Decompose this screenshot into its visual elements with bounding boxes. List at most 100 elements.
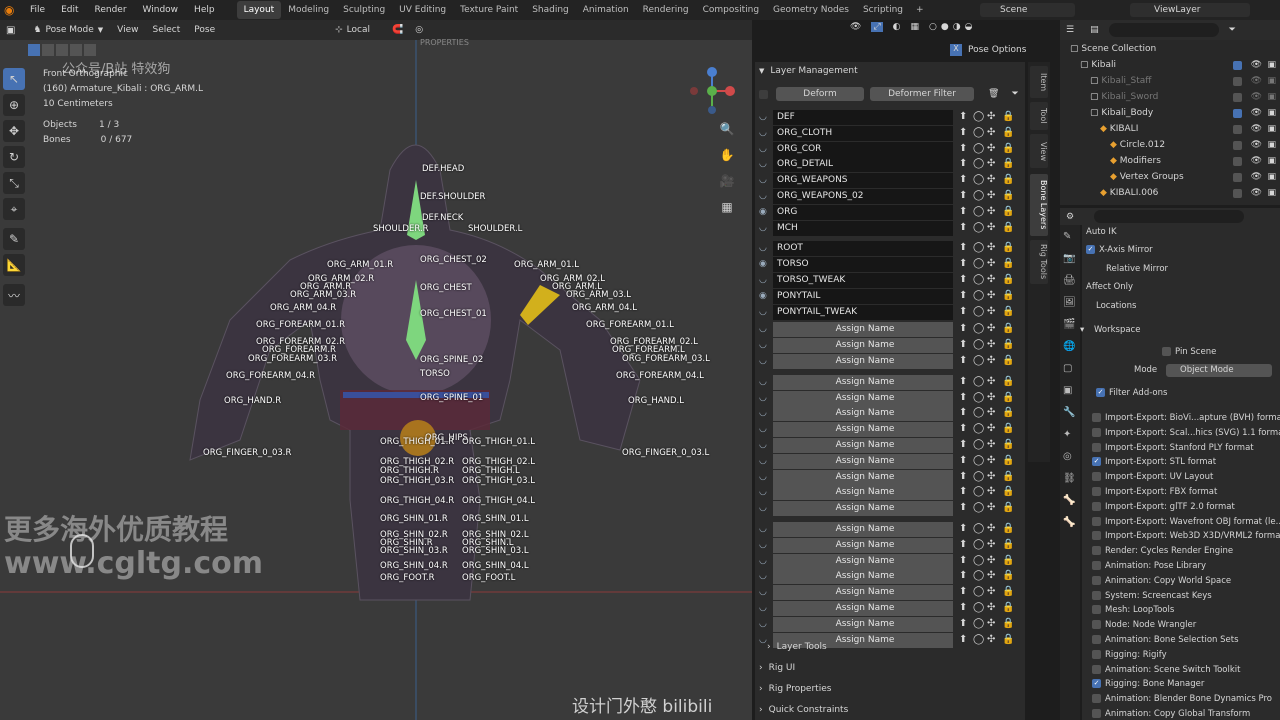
pose-select-icon[interactable]: ⬆ bbox=[959, 602, 967, 613]
visible-icon[interactable]: ◯ bbox=[973, 111, 984, 122]
visible-icon[interactable]: ◯ bbox=[973, 258, 984, 269]
camera-icon[interactable]: ▣ bbox=[1267, 121, 1276, 137]
layer-row-unnamed[interactable]: ◡ Assign Name ⬆ ◯ ✣ 🔒 bbox=[755, 569, 1025, 585]
bone-icon[interactable]: ✣ bbox=[987, 143, 995, 154]
pose-select-icon[interactable]: ⬆ bbox=[959, 502, 967, 513]
lock-icon[interactable]: 🔒 bbox=[1002, 222, 1014, 233]
property-row[interactable]: Mesh: LoopTools bbox=[1082, 603, 1280, 618]
eye-hidden-icon[interactable]: ◡ bbox=[759, 356, 771, 367]
bone-label[interactable]: ORG_CHEST_02 bbox=[420, 255, 487, 265]
property-row[interactable]: Animation: Scene Switch Toolkit bbox=[1082, 663, 1280, 678]
visible-icon[interactable]: ◯ bbox=[973, 143, 984, 154]
object-icon[interactable]: ▣ bbox=[1063, 385, 1072, 396]
eye-hidden-icon[interactable]: ◡ bbox=[759, 503, 771, 514]
bone-label[interactable]: ORG_SPINE_01 bbox=[420, 393, 483, 403]
pose-select-icon[interactable]: ⬆ bbox=[959, 376, 967, 387]
bone-icon[interactable]: ✣ bbox=[987, 602, 995, 613]
assign-name-field[interactable]: Assign Name bbox=[773, 601, 953, 616]
eye-icon[interactable]: 👁 bbox=[1251, 185, 1262, 201]
outliner-row[interactable]: ▢ Kibali_Staff 👁 ▣ bbox=[1060, 73, 1280, 89]
checkbox[interactable] bbox=[1092, 442, 1101, 452]
assign-name-field[interactable]: Assign Name bbox=[773, 616, 953, 632]
bone-label[interactable]: ORG_HAND.L bbox=[628, 396, 684, 406]
eye-icon[interactable]: 👁 bbox=[1251, 153, 1262, 169]
eye-hidden-icon[interactable]: ◡ bbox=[759, 377, 771, 388]
checkbox[interactable] bbox=[1092, 605, 1101, 615]
visibility-checkbox[interactable] bbox=[1233, 93, 1242, 102]
properties-search-input[interactable] bbox=[1094, 210, 1245, 223]
eye-hidden-icon[interactable]: ◡ bbox=[759, 587, 771, 598]
visible-icon[interactable]: ◯ bbox=[973, 407, 984, 418]
pose-select-icon[interactable]: ⬆ bbox=[959, 274, 967, 285]
eye-hidden-icon[interactable]: ◡ bbox=[759, 472, 771, 483]
property-row[interactable]: Locations bbox=[1082, 299, 1280, 314]
lock-icon[interactable]: 🔒 bbox=[1002, 407, 1014, 418]
bone-icon[interactable]: ✣ bbox=[987, 502, 995, 513]
checkbox[interactable] bbox=[1092, 561, 1101, 570]
bone-label[interactable]: ORG_SHIN_01.R bbox=[380, 514, 448, 524]
bone-label[interactable]: ORG_SHIN_03.R bbox=[380, 546, 448, 556]
property-row[interactable]: Animation: Copy Global Transform bbox=[1082, 707, 1280, 720]
layer-row-unnamed[interactable]: ◡ Assign Name ⬆ ◯ ✣ 🔒 bbox=[755, 501, 1025, 517]
lock-icon[interactable]: 🔒 bbox=[1002, 602, 1014, 613]
layer-name[interactable]: ROOT bbox=[773, 241, 953, 257]
bone-icon[interactable]: 🦴 bbox=[1063, 517, 1075, 528]
visibility-checkbox[interactable] bbox=[1233, 61, 1242, 70]
pose-select-icon[interactable]: ⬆ bbox=[959, 407, 967, 418]
layer-row-unnamed[interactable]: ◡ Assign Name ⬆ ◯ ✣ 🔒 bbox=[755, 406, 1025, 422]
assign-name-field[interactable]: Assign Name bbox=[773, 374, 953, 390]
bone-label[interactable]: ORG_FOREARM_01.R bbox=[256, 320, 345, 330]
pose-select-icon[interactable]: ⬆ bbox=[959, 539, 967, 550]
lock-icon[interactable]: 🔒 bbox=[1002, 306, 1014, 317]
pose-select-icon[interactable]: ⬆ bbox=[959, 586, 967, 597]
eye-hidden-icon[interactable]: ◡ bbox=[759, 112, 771, 123]
assign-name-field[interactable]: Assign Name bbox=[773, 522, 953, 537]
lock-icon[interactable]: 🔒 bbox=[1002, 486, 1014, 497]
layer-row-unnamed[interactable]: ◡ Assign Name ⬆ ◯ ✣ 🔒 bbox=[755, 469, 1025, 485]
property-row[interactable]: Animation: Pose Library bbox=[1082, 559, 1280, 574]
bone-label[interactable]: ORG_SPINE_02 bbox=[420, 355, 483, 365]
filter-icon[interactable]: ⏷ bbox=[1011, 89, 1018, 99]
visible-icon[interactable]: ◯ bbox=[973, 206, 984, 217]
sidebar-tab-bone-layers[interactable]: Bone Layers bbox=[1030, 174, 1048, 236]
gizmo-icon[interactable]: ⤢ bbox=[871, 22, 883, 32]
pose-select-icon[interactable]: ⬆ bbox=[959, 439, 967, 450]
eye-hidden-icon[interactable]: ◡ bbox=[759, 524, 771, 535]
lock-icon[interactable]: 🔒 bbox=[1002, 523, 1014, 534]
visible-icon[interactable]: ◯ bbox=[973, 355, 984, 366]
sidebar-tab-view[interactable]: View bbox=[1030, 134, 1048, 168]
visible-icon[interactable]: ◯ bbox=[973, 586, 984, 597]
visible-icon[interactable]: ◯ bbox=[973, 339, 984, 350]
material-shading-icon[interactable]: ◑ bbox=[953, 22, 961, 32]
checkbox[interactable] bbox=[1092, 531, 1101, 541]
eye-icon[interactable]: ◉ bbox=[759, 291, 771, 302]
assign-name-field[interactable]: Assign Name bbox=[773, 338, 953, 354]
bone-label[interactable]: DEF.SHOULDER bbox=[420, 192, 485, 202]
outliner-search-input[interactable] bbox=[1108, 23, 1219, 37]
pose-select-icon[interactable]: ⬆ bbox=[959, 127, 967, 138]
eye-hidden-icon[interactable]: ◡ bbox=[759, 393, 771, 404]
layer-name[interactable]: ORG_COR bbox=[773, 141, 953, 157]
checkbox[interactable]: ✓ bbox=[1092, 457, 1101, 467]
layer-name[interactable]: ORG_WEAPONS_02 bbox=[773, 189, 953, 204]
layer-row[interactable]: ◡ ORG_WEAPONS ⬆ ◯ ✣ 🔒 bbox=[755, 173, 1025, 189]
sidebar-tab-item[interactable]: Item bbox=[1030, 66, 1048, 98]
layer-row-unnamed[interactable]: ◡ Assign Name ⬆ ◯ ✣ 🔒 bbox=[755, 422, 1025, 438]
lock-icon[interactable]: 🔒 bbox=[1002, 323, 1014, 334]
layer-row[interactable]: ◡ ORG_DETAIL ⬆ ◯ ✣ 🔒 bbox=[755, 157, 1025, 173]
deform-button[interactable]: Deform bbox=[776, 87, 864, 101]
layer-row-unnamed[interactable]: ◡ Assign Name ⬆ ◯ ✣ 🔒 bbox=[755, 522, 1025, 537]
outliner-filter-icon[interactable]: ⏷ bbox=[1229, 25, 1236, 35]
property-row[interactable]: Animation: Blender Bone Dynamics Pro bbox=[1082, 692, 1280, 707]
checkbox[interactable] bbox=[1092, 427, 1101, 437]
visible-icon[interactable]: ◯ bbox=[973, 455, 984, 466]
checkbox[interactable] bbox=[1092, 635, 1101, 644]
layer-name[interactable]: TORSO bbox=[773, 257, 953, 273]
visible-icon[interactable]: ◯ bbox=[973, 471, 984, 482]
checkbox[interactable] bbox=[1162, 347, 1171, 356]
layer-row[interactable]: ◡ PONYTAIL_TWEAK ⬆ ◯ ✣ 🔒 bbox=[755, 304, 1025, 320]
property-row[interactable]: Import-Export: glTF 2.0 format bbox=[1082, 500, 1280, 515]
pose-options-dropdown[interactable]: Pose Options bbox=[968, 45, 1026, 55]
visible-icon[interactable]: ◯ bbox=[973, 570, 984, 581]
eye-hidden-icon[interactable]: ◡ bbox=[759, 556, 771, 567]
